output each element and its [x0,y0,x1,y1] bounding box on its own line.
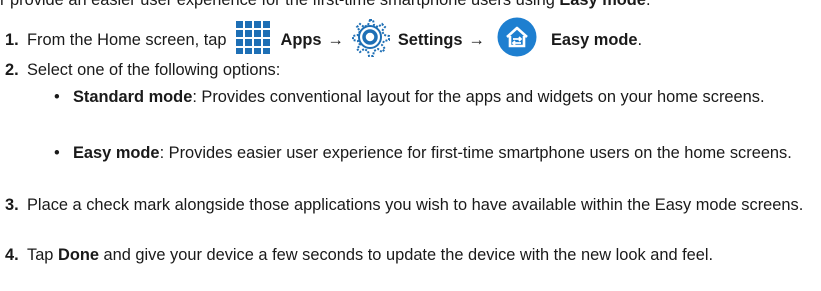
step-number: 4. [5,246,19,264]
option-desc: : Provides conventional layout for the a… [192,88,765,106]
option-title: Standard mode [73,88,193,106]
option-desc: : Provides easier user experience for fi… [159,144,792,162]
step-2: 2. Select one of the following options: [0,59,280,81]
step-3-number: 3. [0,194,27,216]
arrow: → [468,31,485,49]
step-3-text: Place a check mark alongside those appli… [27,196,804,214]
step-end: . [637,31,643,49]
intro-text: r provide an easier user experience for … [0,0,560,9]
easy-mode-label: Easy mode [550,31,638,49]
step-4-number: 4. [0,244,27,266]
easy-mode-icon [497,17,537,63]
step-number: 1. [5,31,19,49]
intro-end: . [645,0,651,9]
option-title: Easy mode [73,144,160,162]
step-text: Select one of the following options: [27,61,281,79]
option-standard-mode: • Standard mode: Provides conventional l… [54,86,813,108]
step-4-text: Tap Done and give your device a few seco… [27,244,807,266]
apps-label: Apps [280,31,322,49]
step-number: 2. [5,61,19,79]
step-text: From the Home screen, tap [27,31,227,49]
apps-grid-icon [234,19,271,61]
option-easy-mode: • Easy mode: Provides easier user experi… [54,142,813,164]
bullet-icon: • [54,88,60,106]
arrow: → [327,31,344,49]
step-text-rest: and give your device a few seconds to up… [98,246,714,264]
done-label: Done [57,246,99,264]
step-text: Tap [27,246,58,264]
settings-label: Settings [397,31,463,49]
settings-gear-icon [350,17,390,63]
step-1: 1. From the Home screen, tap Apps → Sett… [0,17,643,61]
intro-line: r provide an easier user experience for … [0,0,651,11]
step-number: 3. [5,196,19,214]
bullet-icon: • [54,144,60,162]
intro-bold: Easy mode [559,0,646,9]
